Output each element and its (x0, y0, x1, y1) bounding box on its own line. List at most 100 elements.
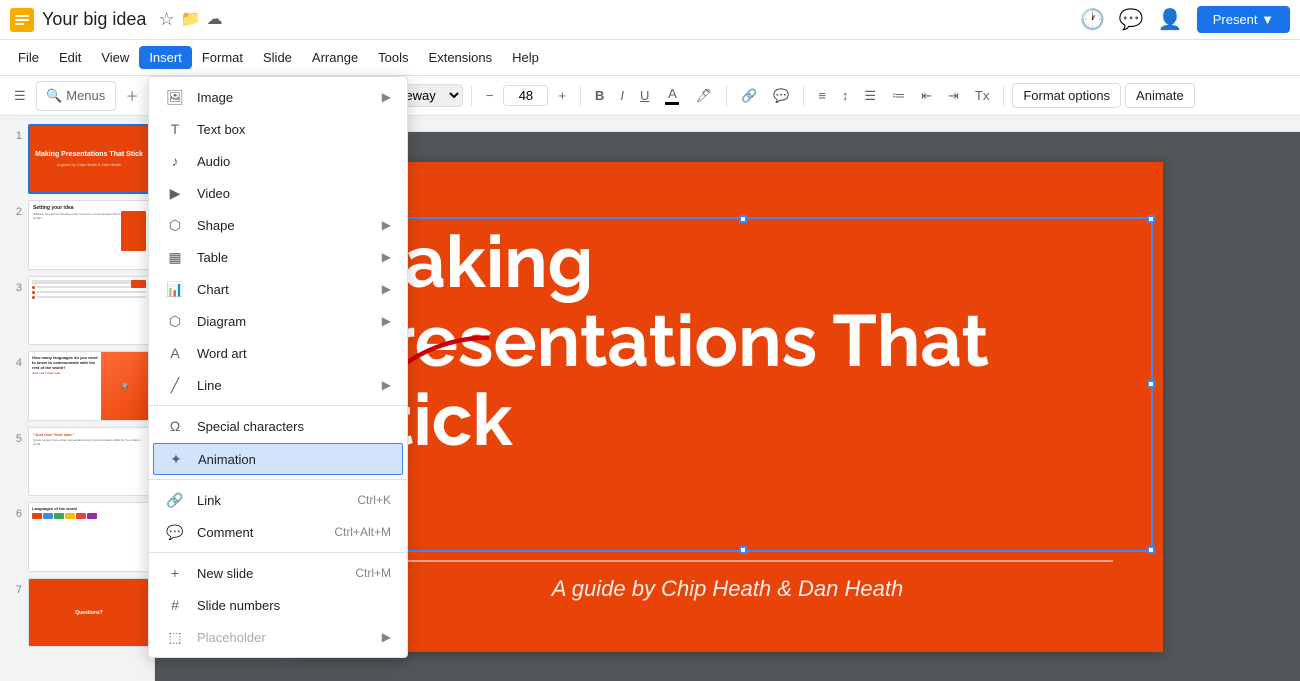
line-spacing-button[interactable]: ↕ (836, 81, 855, 111)
slide-thumb-3[interactable]: 3 (4, 276, 150, 346)
new-slide-icon: + (165, 563, 185, 583)
menu-item-shape[interactable]: ⬡ Shape ▶ (149, 209, 407, 241)
toolbar-search[interactable]: 🔍 Menus (36, 81, 116, 111)
font-decrease[interactable]: − (480, 81, 500, 111)
slide-preview-6[interactable]: Languages of the world (28, 502, 150, 572)
chat-icon[interactable]: 💬 (1119, 7, 1144, 32)
slide-numbers-icon: # (165, 595, 185, 615)
menu-item-comment-label: Comment (197, 525, 322, 540)
menu-item-line[interactable]: ╱ Line ▶ (149, 369, 407, 401)
slide-thumb-6[interactable]: 6 Languages of the world (4, 502, 150, 572)
indent-more-button[interactable]: ⇥ (942, 81, 965, 111)
slide-thumb-1[interactable]: 1 Making Presentations That Stick A guid… (4, 124, 150, 194)
menu-item-diagram[interactable]: ⬡ Diagram ▶ (149, 305, 407, 337)
slide-thumb-2[interactable]: 2 Setting your idea Platform connect to … (4, 200, 150, 270)
slide-thumb-7[interactable]: 7 Questions? (4, 578, 150, 648)
slide-number-6: 6 (4, 508, 22, 520)
handle-bottom-right[interactable] (1147, 546, 1155, 554)
menu-extensions[interactable]: Extensions (419, 46, 503, 69)
indent-less-button[interactable]: ⇤ (915, 81, 938, 111)
toolbar-add[interactable]: ＋ (120, 81, 145, 111)
menu-item-slide-numbers[interactable]: # Slide numbers (149, 589, 407, 621)
menu-item-placeholder: ⬚ Placeholder ▶ (149, 621, 407, 653)
menu-item-diagram-label: Diagram (197, 314, 370, 329)
add-comment-button[interactable]: 💬 (767, 81, 795, 111)
menu-item-special-chars-label: Special characters (197, 419, 391, 434)
menu-divider-1 (149, 405, 407, 406)
menu-item-table[interactable]: ▦ Table ▶ (149, 241, 407, 273)
account-icon[interactable]: 👤 (1158, 7, 1183, 32)
menu-tools[interactable]: Tools (368, 46, 418, 69)
document-title[interactable]: Your big idea (42, 9, 146, 30)
menu-item-image[interactable]: 🖼 Image ▶ (149, 81, 407, 113)
slides-panel: 1 Making Presentations That Stick A guid… (0, 116, 155, 681)
slide-preview-1[interactable]: Making Presentations That Stick A guide … (28, 124, 150, 194)
menu-item-comment[interactable]: 💬 Comment Ctrl+Alt+M (149, 516, 407, 548)
handle-bottom-center[interactable] (739, 546, 747, 554)
toolbar-menu-icon[interactable]: ☰ (8, 81, 32, 111)
history-icon[interactable]: 🕐 (1080, 7, 1105, 32)
slide-preview-3[interactable] (28, 276, 150, 346)
slide-number-5: 5 (4, 433, 22, 445)
app-logo (10, 8, 34, 32)
handle-top-right[interactable] (1147, 215, 1155, 223)
menu-slide[interactable]: Slide (253, 46, 302, 69)
table-icon: ▦ (165, 247, 185, 267)
menu-arrange[interactable]: Arrange (302, 46, 368, 69)
menu-item-textbox[interactable]: T Text box (149, 113, 407, 145)
menu-format[interactable]: Format (192, 46, 253, 69)
animate-button[interactable]: Animate (1125, 83, 1195, 108)
menu-view[interactable]: View (91, 46, 139, 69)
slide-preview-5[interactable]: "Just one! Your own." Quote content here… (28, 427, 150, 497)
slide-preview-2[interactable]: Setting your idea Platform connect to De… (28, 200, 150, 270)
slide-thumb-5[interactable]: 5 "Just one! Your own." Quote content he… (4, 427, 150, 497)
image-submenu-arrow: ▶ (382, 90, 391, 104)
menu-item-wordart[interactable]: A Word art (149, 337, 407, 369)
menu-help[interactable]: Help (502, 46, 549, 69)
slide-preview-4[interactable]: How many languages do you need to know t… (28, 351, 150, 421)
format-options-button[interactable]: Format options (1012, 83, 1121, 108)
shape-submenu-arrow: ▶ (382, 218, 391, 232)
menu-item-animation[interactable]: ✦ Animation (153, 443, 403, 475)
star-icon[interactable]: ☆ (158, 9, 174, 30)
menu-item-link[interactable]: 🔗 Link Ctrl+K (149, 484, 407, 516)
menu-file[interactable]: File (8, 46, 49, 69)
font-size-input[interactable] (503, 85, 548, 106)
link-menu-icon: 🔗 (165, 490, 185, 510)
menu-item-new-slide[interactable]: + New slide Ctrl+M (149, 557, 407, 589)
menu-item-special-chars[interactable]: Ω Special characters (149, 410, 407, 442)
italic-button[interactable]: I (614, 81, 630, 111)
menu-item-chart[interactable]: 📊 Chart ▶ (149, 273, 407, 305)
menu-item-audio-label: Audio (197, 154, 391, 169)
highlight-button[interactable]: 🖊 (689, 81, 718, 111)
menu-bar: File Edit View Insert Format Slide Arran… (0, 40, 1300, 76)
link-shortcut: Ctrl+K (357, 493, 391, 507)
toolbar-divider-6 (726, 86, 727, 106)
bullet-list-button[interactable]: ☰ (858, 81, 882, 111)
slide-title-line2: Presentations That (343, 301, 1143, 380)
folder-icon[interactable]: 📁 (181, 9, 201, 30)
numbered-list-button[interactable]: ≔ (886, 81, 911, 111)
title-bar-right: 🕐 💬 👤 Present ▼ (1080, 6, 1290, 33)
present-button[interactable]: Present ▼ (1197, 6, 1290, 33)
menu-insert[interactable]: Insert (139, 46, 192, 69)
slide-preview-7[interactable]: Questions? (28, 578, 150, 648)
text-color-button[interactable]: A (659, 81, 685, 111)
menu-item-video[interactable]: ▶ Video (149, 177, 407, 209)
underline-button[interactable]: U (634, 81, 655, 111)
slide-thumb-4[interactable]: 4 How many languages do you need to know… (4, 351, 150, 421)
slide-canvas[interactable]: Making Presentations That Stick A guide … (293, 162, 1163, 652)
bold-button[interactable]: B (589, 81, 610, 111)
font-increase[interactable]: + (552, 81, 572, 111)
menu-item-audio[interactable]: ♪ Audio (149, 145, 407, 177)
clear-formatting-button[interactable]: Tx (969, 81, 995, 111)
slide-title[interactable]: Making Presentations That Stick (343, 222, 1143, 460)
handle-middle-right[interactable] (1147, 380, 1155, 388)
menu-item-video-label: Video (197, 186, 391, 201)
cloud-icon[interactable]: ☁ (207, 9, 223, 30)
align-button[interactable]: ≡ (812, 81, 832, 111)
link-button[interactable]: 🔗 (735, 81, 763, 111)
menu-edit[interactable]: Edit (49, 46, 91, 69)
menu-item-table-label: Table (197, 250, 370, 265)
toolbar-divider-5 (580, 86, 581, 106)
